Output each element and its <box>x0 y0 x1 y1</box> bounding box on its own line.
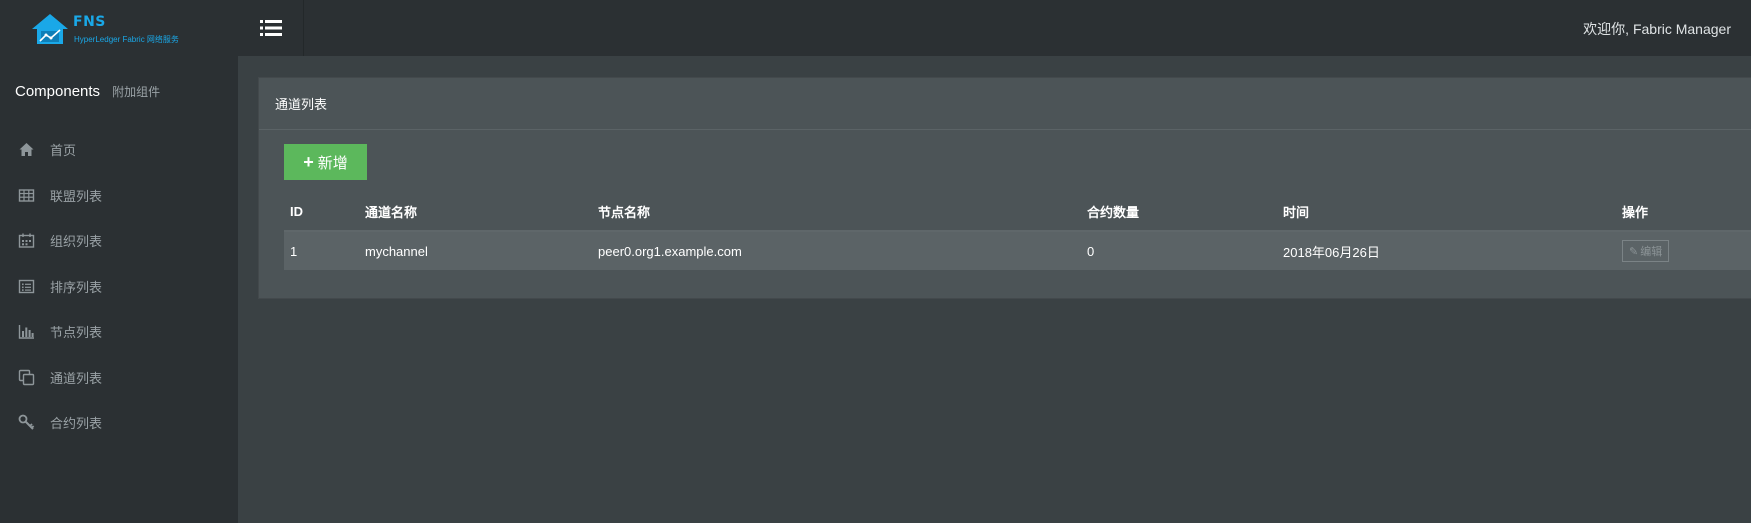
bar-chart-icon <box>18 323 35 340</box>
calendar-icon <box>18 232 35 249</box>
sidebar-item-label: 节点列表 <box>50 325 103 341</box>
sidebar-item-label: 组织列表 <box>50 234 103 250</box>
brand-subtitle: HyperLedger Fabric 网络服务 <box>74 35 179 44</box>
cell-actions: ✎ 编辑 <box>1616 240 1751 262</box>
column-header-peer: 节点名称 <box>598 204 651 220</box>
add-channel-button[interactable]: + 新增 <box>284 144 367 180</box>
top-header: 欢迎你, Fabric Manager <box>238 0 1751 56</box>
sidebar-item-label: 排序列表 <box>50 279 103 295</box>
column-header-contracts: 合约数量 <box>1087 204 1140 220</box>
copy-icon <box>18 369 35 386</box>
cell-time: 2018年06月26日 <box>1283 244 1380 260</box>
cell-peer: peer0.org1.example.com <box>598 243 742 259</box>
sidebar-item-alliances[interactable]: 联盟列表 <box>0 173 238 219</box>
sidebar-item-channels[interactable]: 通道列表 <box>0 355 238 401</box>
table-row: 1 mychannel peer0.org1.example.com 0 201… <box>284 232 1751 270</box>
table-icon <box>18 187 35 204</box>
sidebar-item-contracts[interactable]: 合约列表 <box>0 400 238 446</box>
sidebar-item-organizations[interactable]: 组织列表 <box>0 218 238 264</box>
edit-button-label: 编辑 <box>1640 246 1663 258</box>
house-logo-icon <box>32 14 68 44</box>
table-header: ID 通道名称 节点名称 合约数量 时间 操作 <box>284 192 1751 232</box>
components-subtitle: 附加组件 <box>112 85 161 99</box>
sidebar-item-orderers[interactable]: 排序列表 <box>0 264 238 310</box>
column-header-channel: 通道名称 <box>365 204 418 220</box>
channel-list-panel: 通道列表 + 新增 ID 通道名称 节点名称 合约数量 时间 操作 1 mych… <box>258 77 1751 299</box>
sidebar-item-peers[interactable]: 节点列表 <box>0 309 238 355</box>
column-header-id: ID <box>290 203 303 219</box>
home-icon <box>18 141 35 158</box>
pencil-icon: ✎ <box>1629 245 1639 258</box>
column-header-time: 时间 <box>1283 204 1310 220</box>
column-header-actions: 操作 <box>1622 204 1649 220</box>
cell-id: 1 <box>290 243 298 259</box>
cell-contracts: 0 <box>1087 243 1095 259</box>
plus-icon: + <box>303 152 314 172</box>
menu-toggle-button[interactable] <box>238 0 304 56</box>
logo[interactable]: FNS HyperLedger Fabric 网络服务 <box>30 10 190 50</box>
sidebar-nav: 首页 联盟列表 组织列表 排序列表 节点列表 通道列表 合约列表 <box>0 127 238 446</box>
brand-name: FNS <box>73 14 106 30</box>
edit-button[interactable]: ✎ 编辑 <box>1622 240 1670 262</box>
add-button-label: 新增 <box>317 154 348 172</box>
cell-channel: mychannel <box>365 243 428 259</box>
sidebar-item-label: 合约列表 <box>50 416 103 432</box>
sidebar-item-home[interactable]: 首页 <box>0 127 238 173</box>
welcome-user-menu[interactable]: 欢迎你, Fabric Manager <box>1583 19 1731 39</box>
sidebar-item-label: 首页 <box>50 143 77 159</box>
components-heading: Components 附加组件 <box>15 83 160 100</box>
list-icon <box>259 20 282 36</box>
list-alt-icon <box>18 278 35 295</box>
channel-table: ID 通道名称 节点名称 合约数量 时间 操作 1 mychannel peer… <box>284 192 1751 270</box>
components-title: Components <box>15 83 101 100</box>
sidebar-item-label: 联盟列表 <box>50 188 103 204</box>
key-icon <box>18 414 35 431</box>
panel-title: 通道列表 <box>259 78 1751 130</box>
sidebar-item-label: 通道列表 <box>50 370 103 386</box>
sidebar: FNS HyperLedger Fabric 网络服务 Components 附加… <box>0 0 238 523</box>
